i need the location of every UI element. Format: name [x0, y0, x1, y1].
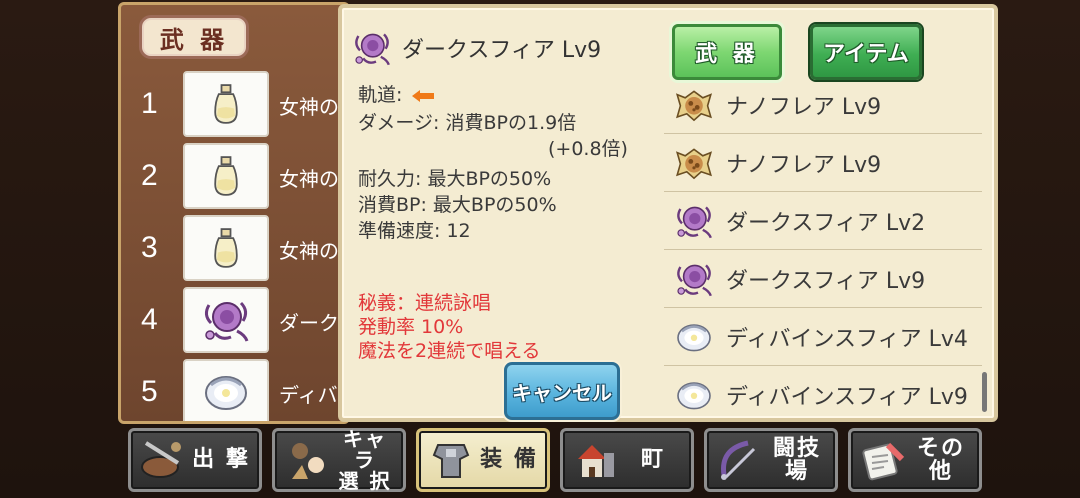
secret-skill-title: 秘義：連続詠唱 [358, 292, 492, 314]
weapon-slot-3[interactable]: 3 女神の [121, 215, 347, 283]
nav-label: 町 [640, 447, 665, 473]
detail-header: ダークスフィア Lv9 [352, 28, 601, 68]
inventory-item[interactable]: ディバインスフィア Lv9 [664, 366, 982, 418]
inventory-item-name: ダークスフィア Lv2 [726, 210, 926, 236]
inventory-item[interactable]: ダークスフィア Lv9 [664, 250, 982, 308]
armor-icon [423, 432, 479, 488]
slot-number: 4 [141, 303, 158, 336]
tab-weapon[interactable]: 武 器 [672, 24, 782, 80]
trajectory-line: 軌道: [358, 80, 435, 107]
tab-item[interactable]: アイテム [810, 24, 922, 80]
weapon-icon-frame [183, 359, 269, 421]
slot-number: 1 [141, 87, 158, 120]
nav-label: キャラ 選 択 [338, 426, 392, 493]
nav-label: 装 備 [480, 447, 538, 473]
game-screen: 武 器 1 女神の 2 女神の 3 女神の 4 ダーク 5 ディバ ダークスフィ… [0, 0, 1080, 498]
damage-stat: ダメージ: 消費BPの1.9倍 [358, 112, 577, 134]
weapon-icon-frame [183, 287, 269, 353]
nav-arena-button[interactable]: 闘技場 [704, 428, 838, 492]
weapon-slot-5[interactable]: 5 ディバ [121, 359, 347, 421]
divine-sphere-icon [201, 367, 251, 417]
bp-cost-stat: 消費BP: 最大BPの50% [358, 194, 557, 216]
nav-other-button[interactable]: その他 [848, 428, 982, 492]
damage-bonus: (+0.8倍) [548, 138, 628, 160]
dark-sphere-icon [674, 201, 714, 241]
nav-town-button[interactable]: 町 [560, 428, 694, 492]
inventory-scrollbar[interactable] [982, 372, 987, 412]
bottle-icon [208, 81, 244, 127]
slot-weapon-name: ダーク [279, 311, 339, 335]
nav-equipment-button[interactable]: 装 備 [416, 428, 550, 492]
nano-flare-icon [674, 88, 714, 125]
durability-stat: 耐久力: 最大BPの50% [358, 168, 552, 190]
nav-label: 出 撃 [192, 447, 250, 473]
slot-weapon-name: ディバ [279, 383, 338, 407]
nano-flare-icon [674, 143, 714, 183]
weapon-icon-frame [183, 143, 269, 209]
equipment-panel: ダークスフィア Lv9 軌道: ダメージ: 消費BPの1.9倍 (+0.8倍) … [338, 4, 998, 422]
weapon-icon-frame [183, 71, 269, 137]
dark-sphere-icon [201, 295, 251, 345]
slot-weapon-name: 女神の [279, 239, 339, 263]
other-icon [855, 432, 911, 488]
dark-sphere-icon [352, 28, 392, 68]
inventory-item-name: ナノフレア Lv9 [726, 94, 882, 120]
dark-sphere-icon [674, 259, 714, 299]
bottle-icon [208, 225, 244, 271]
inventory-item-name: ナノフレア Lv9 [726, 152, 882, 178]
weapon-list-title: 武 器 [139, 15, 249, 59]
inventory-list: ナノフレア Lv9 ナノフレア Lv9 ダークスフィア Lv2 ダークスフィア … [664, 88, 984, 418]
weapon-slot-4[interactable]: 4 ダーク [121, 287, 347, 355]
bottom-nav: 出 撃 キャラ 選 択 装 備 町 闘技場 その他 [120, 426, 992, 498]
inventory-item-name: ディバインスフィア Lv9 [726, 385, 968, 410]
trajectory-label: 軌道: [358, 84, 403, 106]
bottle-icon [208, 153, 244, 199]
weapon-slot-2[interactable]: 2 女神の [121, 143, 347, 211]
weapon-detail: ダークスフィア Lv9 軌道: ダメージ: 消費BPの1.9倍 (+0.8倍) … [352, 18, 662, 420]
weapon-list-panel: 武 器 1 女神の 2 女神の 3 女神の 4 ダーク 5 ディバ [118, 2, 350, 424]
slot-number: 3 [141, 231, 158, 264]
weapon-icon-frame [183, 215, 269, 281]
sortie-icon [135, 432, 191, 488]
divine-sphere-icon [674, 375, 714, 415]
nav-sortie-button[interactable]: 出 撃 [128, 428, 262, 492]
character-select-icon [279, 432, 335, 488]
nav-character-select-button[interactable]: キャラ 選 択 [272, 428, 406, 492]
divine-sphere-icon [674, 317, 714, 357]
slot-number: 2 [141, 159, 158, 192]
inventory-item[interactable]: ナノフレア Lv9 [664, 88, 982, 134]
inventory-item[interactable]: ディバインスフィア Lv4 [664, 308, 982, 366]
arena-icon [711, 432, 767, 488]
secret-skill-rate: 発動率 10% [358, 316, 464, 338]
inventory-item[interactable]: ダークスフィア Lv2 [664, 192, 982, 250]
nav-label: 闘技場 [772, 435, 821, 484]
inventory-item-name: ディバインスフィア Lv4 [726, 326, 968, 352]
detail-weapon-name: ダークスフィア Lv9 [402, 38, 602, 63]
slot-number: 5 [141, 375, 158, 408]
town-icon [567, 432, 623, 488]
secret-skill-desc: 魔法を2連続で唱える [358, 340, 541, 362]
left-arrow-icon [412, 89, 435, 102]
inventory-item[interactable]: ナノフレア Lv9 [664, 134, 982, 192]
slot-weapon-name: 女神の [279, 95, 339, 119]
prep-speed-stat: 準備速度: 12 [358, 220, 471, 242]
nav-label: その他 [916, 435, 965, 484]
inventory-item-name: ダークスフィア Lv9 [726, 268, 926, 294]
weapon-slot-1[interactable]: 1 女神の [121, 71, 347, 139]
slot-weapon-name: 女神の [279, 167, 339, 191]
cancel-button[interactable]: キャンセル [504, 362, 620, 420]
